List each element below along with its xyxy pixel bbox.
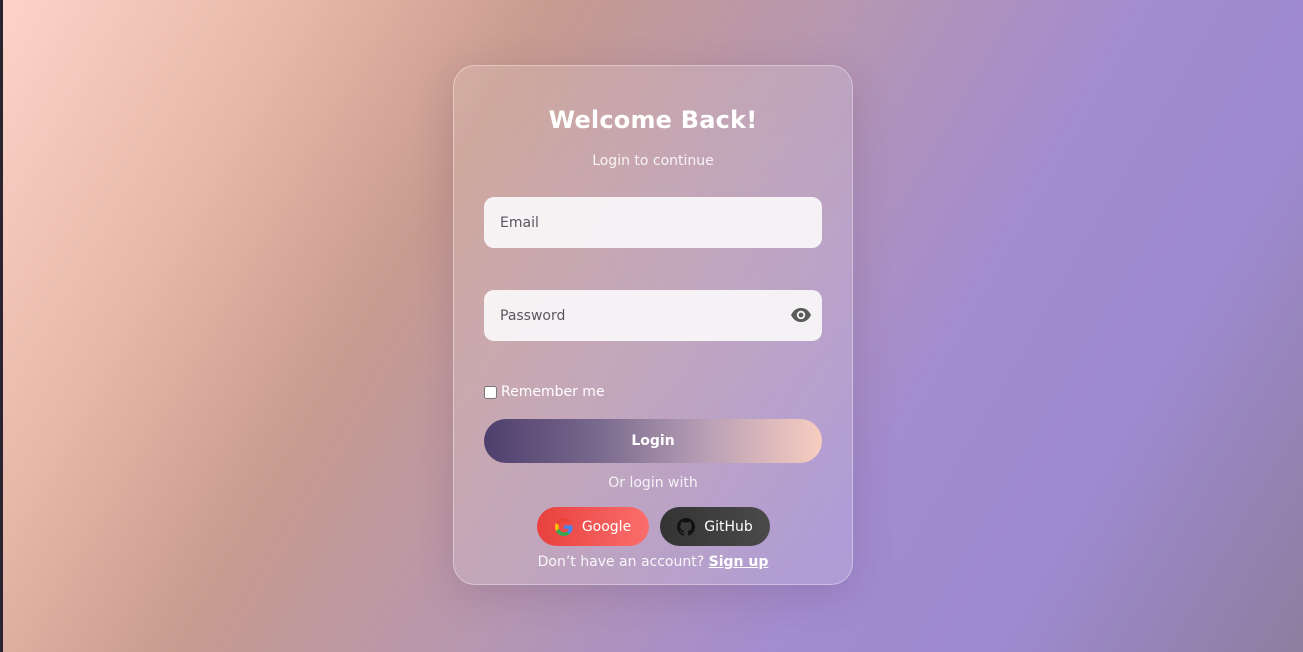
- github-icon: [677, 517, 696, 536]
- remember-me[interactable]: Remember me: [484, 384, 605, 400]
- signup-row: Don’t have an account? Sign up: [454, 554, 852, 570]
- google-icon: [554, 517, 573, 536]
- google-login-label: Google: [581, 518, 632, 535]
- google-login-button[interactable]: Google: [537, 507, 649, 546]
- remember-me-checkbox[interactable]: [484, 385, 497, 399]
- eye-icon[interactable]: [790, 306, 812, 324]
- login-button[interactable]: Login: [484, 419, 822, 463]
- page-title: Welcome Back!: [548, 106, 758, 134]
- github-login-label: GitHub: [704, 518, 753, 535]
- signup-link[interactable]: Sign up: [709, 554, 769, 570]
- email-field[interactable]: [484, 197, 822, 248]
- window-edge: [0, 0, 3, 652]
- password-field-wrapper: [484, 290, 822, 341]
- email-field-wrapper: [484, 197, 822, 248]
- signup-prompt: Don’t have an account?: [537, 554, 705, 570]
- github-login-button[interactable]: GitHub: [660, 507, 770, 546]
- login-card: Welcome Back! Login to continue Remember…: [453, 65, 853, 585]
- password-field[interactable]: [484, 290, 822, 341]
- page-subtitle: Login to continue: [592, 153, 714, 169]
- or-login-with-text: Or login with: [608, 475, 698, 491]
- remember-me-label: Remember me: [501, 384, 605, 400]
